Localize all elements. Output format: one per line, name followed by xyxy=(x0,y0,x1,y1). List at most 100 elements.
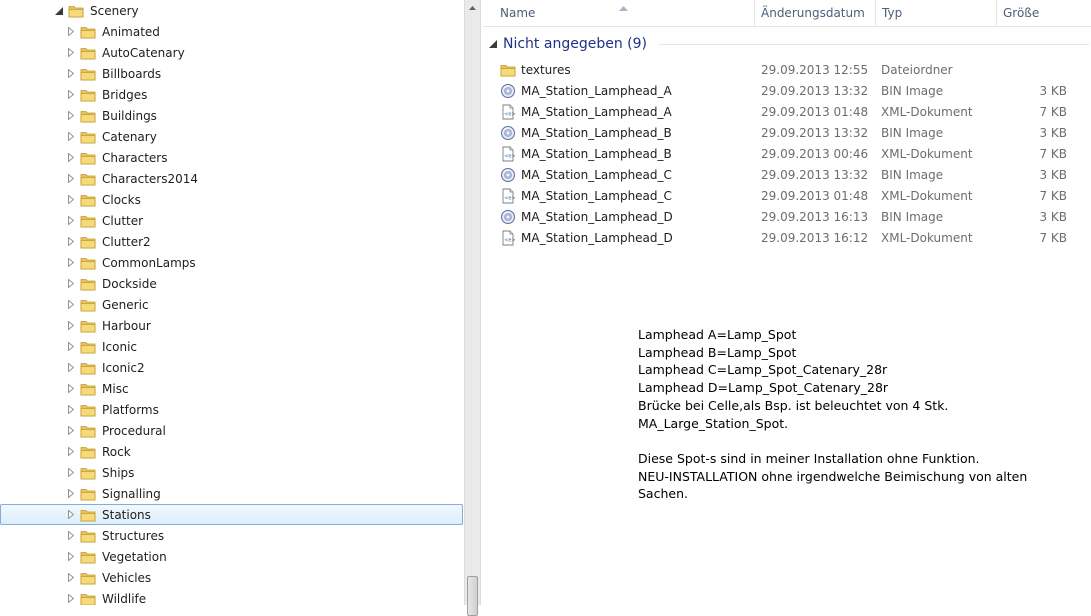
expand-arrow-icon[interactable] xyxy=(66,195,75,204)
group-header[interactable]: Nicht angegeben (9) xyxy=(489,34,1089,54)
tree-item-harbour[interactable]: Harbour xyxy=(66,315,151,336)
expand-arrow-icon[interactable] xyxy=(66,27,75,36)
file-size: 3 KB xyxy=(1039,209,1067,224)
file-row[interactable]: MA_Station_Lamphead_C 29.09.2013 13:32 BIN… xyxy=(483,164,1091,185)
expand-arrow-icon[interactable] xyxy=(66,174,75,183)
expand-arrow-icon[interactable] xyxy=(66,342,75,351)
tree-item-structures[interactable]: Structures xyxy=(66,525,164,546)
tree-item-stations[interactable]: Stations xyxy=(0,504,463,525)
expand-arrow-icon[interactable] xyxy=(66,468,75,477)
tree-item-catenary[interactable]: Catenary xyxy=(66,126,157,147)
scrollbar-thumb[interactable] xyxy=(467,576,478,616)
tree-item-label: Stations xyxy=(102,507,151,522)
folder-icon xyxy=(500,62,516,78)
expand-arrow-icon[interactable] xyxy=(66,552,75,561)
expand-arrow-icon[interactable] xyxy=(66,531,75,540)
tree-item-animated[interactable]: Animated xyxy=(66,21,160,42)
expand-arrow-icon[interactable] xyxy=(66,216,75,225)
file-row[interactable]: <e> MA_Station_Lamphead_D 29.09.2013 16:12… xyxy=(483,227,1091,248)
tree-item-clutter2[interactable]: Clutter2 xyxy=(66,231,151,252)
tree-item-label: Clocks xyxy=(102,192,141,207)
expand-arrow-icon[interactable] xyxy=(66,510,75,519)
tree-item-vehicles[interactable]: Vehicles xyxy=(66,567,151,588)
file-size: 7 KB xyxy=(1039,104,1067,119)
tree-item-characters2014[interactable]: Characters2014 xyxy=(66,168,198,189)
expand-arrow-icon[interactable] xyxy=(66,489,75,498)
tree-item-generic[interactable]: Generic xyxy=(66,294,149,315)
expand-arrow-icon[interactable] xyxy=(66,426,75,435)
tree-item-clutter[interactable]: Clutter xyxy=(66,210,143,231)
svg-text:<e>: <e> xyxy=(504,196,515,202)
collapse-triangle-icon[interactable] xyxy=(489,37,497,51)
expand-arrow-icon[interactable] xyxy=(66,573,75,582)
tree-item-signalling[interactable]: Signalling xyxy=(66,483,161,504)
tree-item-characters[interactable]: Characters xyxy=(66,147,168,168)
expand-arrow-icon[interactable] xyxy=(66,69,75,78)
expand-arrow-icon[interactable] xyxy=(66,300,75,309)
file-row[interactable]: <e> MA_Station_Lamphead_C 29.09.2013 01:48… xyxy=(483,185,1091,206)
expand-arrow-icon[interactable] xyxy=(66,90,75,99)
tree-item-wildlife[interactable]: Wildlife xyxy=(66,588,146,605)
tree-item-buildings[interactable]: Buildings xyxy=(66,105,157,126)
folder-icon xyxy=(80,277,96,291)
file-row[interactable]: <e> MA_Station_Lamphead_A 29.09.2013 01:48… xyxy=(483,101,1091,122)
group-divider xyxy=(658,43,1089,45)
file-name: MA_Station_Lamphead_D xyxy=(521,230,673,245)
folder-icon xyxy=(80,193,96,207)
file-row[interactable]: <e> MA_Station_Lamphead_B 29.09.2013 00:46… xyxy=(483,143,1091,164)
scroll-up-arrow-icon[interactable] xyxy=(465,0,480,16)
expand-arrow-icon[interactable] xyxy=(66,279,75,288)
file-type: BIN Image xyxy=(881,209,944,224)
expand-arrow-icon[interactable] xyxy=(66,132,75,141)
file-row[interactable]: textures 29.09.2013 12:55 Dateiordner xyxy=(483,59,1091,80)
column-header-type[interactable]: Typ xyxy=(875,0,996,26)
tree-item-ships[interactable]: Ships xyxy=(66,462,134,483)
tree-item-label: Catenary xyxy=(102,129,157,144)
collapse-arrow-icon[interactable] xyxy=(54,6,63,15)
tree-item-billboards[interactable]: Billboards xyxy=(66,63,161,84)
tree-item-rock[interactable]: Rock xyxy=(66,441,131,462)
file-size: 7 KB xyxy=(1039,230,1067,245)
note-line: NEU-INSTALLATION ohne irgendwelche Beimi… xyxy=(638,468,1028,484)
folder-icon xyxy=(80,319,96,333)
expand-arrow-icon[interactable] xyxy=(66,111,75,120)
expand-arrow-icon[interactable] xyxy=(66,153,75,162)
file-row[interactable]: MA_Station_Lamphead_A 29.09.2013 13:32 BIN… xyxy=(483,80,1091,101)
expand-arrow-icon[interactable] xyxy=(66,594,75,603)
tree-scrollbar[interactable] xyxy=(464,0,481,616)
expand-arrow-icon[interactable] xyxy=(66,321,75,330)
file-list: Name Änderungsdatum Typ Größe Nicht ange… xyxy=(483,0,1091,605)
bin-file-icon xyxy=(500,83,516,99)
bin-file-icon xyxy=(500,209,516,225)
expand-arrow-icon[interactable] xyxy=(66,384,75,393)
navigation-tree[interactable]: Scenery Animated AutoCatenary Billboards Bri… xyxy=(0,0,464,605)
expand-arrow-icon[interactable] xyxy=(66,447,75,456)
file-date: 29.09.2013 16:12 xyxy=(761,230,869,245)
tree-item-platforms[interactable]: Platforms xyxy=(66,399,159,420)
tree-item-label: Buildings xyxy=(102,108,157,123)
expand-arrow-icon[interactable] xyxy=(66,237,75,246)
tree-item-dockside[interactable]: Dockside xyxy=(66,273,157,294)
tree-item-iconic2[interactable]: Iconic2 xyxy=(66,357,145,378)
expand-arrow-icon[interactable] xyxy=(66,258,75,267)
tree-item-clocks[interactable]: Clocks xyxy=(66,189,141,210)
file-row[interactable]: MA_Station_Lamphead_D 29.09.2013 16:13 BIN… xyxy=(483,206,1091,227)
tree-item-procedural[interactable]: Procedural xyxy=(66,420,166,441)
tree-item-iconic[interactable]: Iconic xyxy=(66,336,137,357)
tree-item-label: Generic xyxy=(102,297,149,312)
file-row[interactable]: MA_Station_Lamphead_B 29.09.2013 13:32 BIN… xyxy=(483,122,1091,143)
tree-item-misc[interactable]: Misc xyxy=(66,378,129,399)
tree-item-autocatenary[interactable]: AutoCatenary xyxy=(66,42,185,63)
expand-arrow-icon[interactable] xyxy=(66,48,75,57)
tree-item-bridges[interactable]: Bridges xyxy=(66,84,147,105)
expand-arrow-icon[interactable] xyxy=(66,405,75,414)
file-size: 3 KB xyxy=(1039,83,1067,98)
column-header-size[interactable]: Größe xyxy=(996,0,1091,26)
folder-icon xyxy=(80,424,96,438)
column-header-date[interactable]: Änderungsdatum xyxy=(754,0,875,26)
tree-item-scenery[interactable]: Scenery xyxy=(54,0,139,21)
note-line: Brücke bei Celle,als Bsp. ist beleuchtet… xyxy=(638,397,949,413)
tree-item-vegetation[interactable]: Vegetation xyxy=(66,546,167,567)
tree-item-commonlamps[interactable]: CommonLamps xyxy=(66,252,196,273)
expand-arrow-icon[interactable] xyxy=(66,363,75,372)
